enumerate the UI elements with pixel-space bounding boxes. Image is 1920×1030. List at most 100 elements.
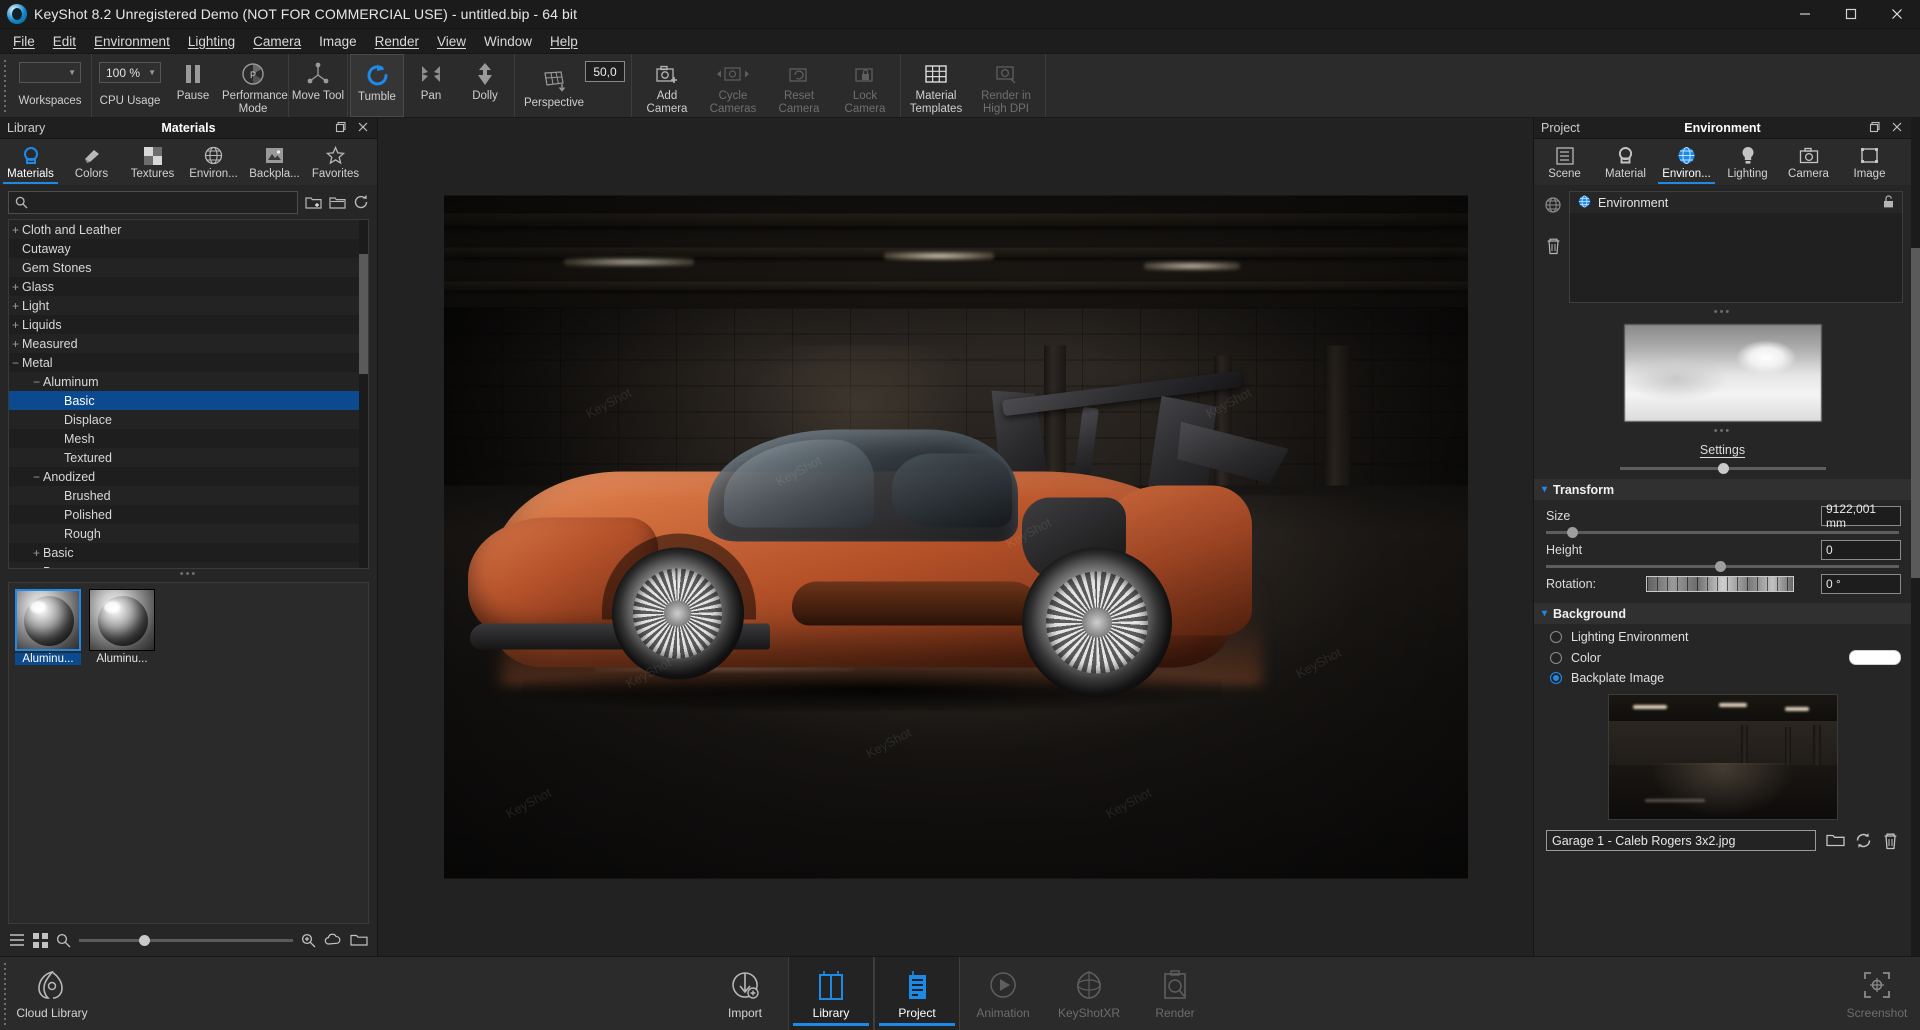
zoom-out-icon[interactable] xyxy=(56,933,71,948)
close-icon[interactable] xyxy=(1891,121,1903,135)
bottom-library-button[interactable]: Library xyxy=(788,957,874,1030)
menu-file[interactable]: File xyxy=(4,30,44,53)
library-splitter-handle[interactable]: ••• xyxy=(0,569,377,582)
project-tab-lighting[interactable]: Lighting xyxy=(1717,143,1778,180)
backplate-filename-input[interactable]: Garage 1 - Caleb Rogers 3x2.jpg xyxy=(1546,830,1816,851)
add-folder-icon[interactable] xyxy=(305,195,322,210)
project-tab-scene[interactable]: Scene xyxy=(1534,143,1595,180)
move-tool-button[interactable]: Move Tool xyxy=(291,54,345,117)
environment-brightness-knob[interactable] xyxy=(1718,463,1730,474)
expand-icon[interactable]: + xyxy=(9,318,22,332)
material-tree-node[interactable]: Brushed xyxy=(9,486,368,505)
expand-icon[interactable]: + xyxy=(9,337,22,351)
material-tree-node[interactable]: Basic xyxy=(9,391,368,410)
bottom-animation-button[interactable]: Animation xyxy=(960,957,1046,1030)
background-option-color[interactable]: Color xyxy=(1534,644,1911,665)
material-tree-node[interactable]: − Aluminum xyxy=(9,372,368,391)
material-tree-node[interactable]: + Cloth and Leather xyxy=(9,220,368,239)
cycle-cameras-button[interactable]: Cycle Cameras xyxy=(700,54,766,117)
project-tab-material[interactable]: Material xyxy=(1595,143,1656,180)
folder-open-icon[interactable] xyxy=(350,933,368,947)
background-section-header[interactable]: ▾ Background xyxy=(1534,603,1911,624)
background-color-swatch[interactable] xyxy=(1849,650,1901,665)
pan-button[interactable]: Pan xyxy=(404,54,458,117)
workspaces-control[interactable]: ▼ Workspaces xyxy=(11,54,89,117)
trash-icon[interactable] xyxy=(1545,237,1562,260)
reset-camera-button[interactable]: Reset Camera xyxy=(766,54,832,117)
menu-environment[interactable]: Environment xyxy=(85,30,179,53)
project-panel-scrollbar[interactable] xyxy=(1911,118,1920,956)
menu-camera[interactable]: Camera xyxy=(244,30,310,53)
material-tree-node[interactable]: + Basic xyxy=(9,543,368,562)
trash-icon[interactable] xyxy=(1882,832,1899,850)
cpu-usage-dropdown[interactable]: 100 % ▼ xyxy=(99,62,161,83)
size-input[interactable]: 9122,001 mm xyxy=(1821,502,1901,530)
environment-list-item[interactable]: Environment xyxy=(1570,192,1902,213)
search-input[interactable] xyxy=(33,195,291,209)
expand-icon[interactable]: + xyxy=(30,546,43,560)
unlock-icon[interactable] xyxy=(1883,194,1894,211)
folder-open-icon[interactable] xyxy=(1826,833,1845,848)
project-tab-image[interactable]: Image xyxy=(1839,143,1900,180)
collapse-icon[interactable]: − xyxy=(9,356,22,370)
expand-icon[interactable]: + xyxy=(30,565,43,569)
refresh-icon[interactable] xyxy=(1855,832,1872,849)
material-tree-node[interactable]: +Brass xyxy=(9,562,368,569)
height-slider[interactable] xyxy=(1546,561,1899,572)
material-thumbnail-item[interactable]: Aluminu... xyxy=(89,589,155,665)
cpu-usage-control[interactable]: 100 % ▼ CPU Usage xyxy=(94,54,166,117)
transform-section-header[interactable]: ▾ Transform xyxy=(1534,479,1911,500)
library-tab-favorites[interactable]: Favorites xyxy=(305,143,366,180)
list-view-icon[interactable] xyxy=(9,933,25,947)
material-tree-node[interactable]: + Liquids xyxy=(9,315,368,334)
menu-render[interactable]: Render xyxy=(366,30,428,53)
material-tree-node[interactable]: − Anodized xyxy=(9,467,368,486)
material-tree-node[interactable]: Displace xyxy=(9,410,368,429)
rotation-dial[interactable] xyxy=(1646,576,1794,592)
hdri-splitter-handle[interactable]: ••• xyxy=(1714,426,1732,439)
library-tab-environments[interactable]: Environ... xyxy=(183,143,244,180)
cloud-library-button[interactable]: Cloud Library xyxy=(9,957,95,1030)
render-high-dpi-button[interactable]: Render in High DPI xyxy=(969,54,1043,117)
perspective-button[interactable]: Perspective xyxy=(517,61,591,110)
library-tab-materials[interactable]: Materials xyxy=(0,143,61,184)
expand-icon[interactable]: + xyxy=(9,223,22,237)
library-tab-colors[interactable]: Colors xyxy=(61,143,122,180)
material-tree-node[interactable]: Polished xyxy=(9,505,368,524)
screenshot-button[interactable]: Screenshot xyxy=(1834,957,1920,1030)
material-templates-button[interactable]: Material Templates xyxy=(903,54,969,117)
radio-backplate-image[interactable] xyxy=(1550,672,1562,684)
bottom-project-button[interactable]: Project xyxy=(874,957,960,1030)
project-panel-scrollbar-thumb[interactable] xyxy=(1911,248,1920,578)
expand-icon[interactable]: + xyxy=(9,299,22,313)
menu-view[interactable]: View xyxy=(428,30,475,53)
menu-help[interactable]: Help xyxy=(541,30,587,53)
tumble-button[interactable]: Tumble xyxy=(350,54,404,117)
environment-list[interactable]: Environment xyxy=(1569,191,1903,303)
material-tree-node[interactable]: Cutaway xyxy=(9,239,368,258)
minimize-button[interactable] xyxy=(1782,0,1828,29)
render-viewport[interactable]: KeyShot KeyShot KeyShot KeyShot KeyShot … xyxy=(378,118,1533,956)
toolbar-grip[interactable] xyxy=(0,54,9,117)
material-tree-node[interactable]: + Light xyxy=(9,296,368,315)
library-tab-backplates[interactable]: Backpla... xyxy=(244,143,305,180)
material-tree-node[interactable]: + Glass xyxy=(9,277,368,296)
cloud-download-icon[interactable] xyxy=(324,933,342,947)
material-tree-node[interactable]: Mesh xyxy=(9,429,368,448)
thumbnail-size-slider-knob[interactable] xyxy=(138,934,150,946)
menu-window[interactable]: Window xyxy=(475,30,541,53)
bottom-import-button[interactable]: Import xyxy=(702,957,788,1030)
restore-window-icon[interactable] xyxy=(335,121,347,135)
perspective-value-input[interactable]: 50,0 xyxy=(585,61,625,82)
close-button[interactable] xyxy=(1874,0,1920,29)
library-tab-textures[interactable]: Textures xyxy=(122,143,183,180)
material-thumbnail-item[interactable]: Aluminu... xyxy=(15,589,81,665)
thumbnail-size-slider[interactable] xyxy=(79,934,293,946)
render-canvas[interactable]: KeyShot KeyShot KeyShot KeyShot KeyShot … xyxy=(443,195,1468,879)
tree-scrollbar[interactable] xyxy=(359,220,368,568)
zoom-in-icon[interactable] xyxy=(301,933,316,948)
close-icon[interactable] xyxy=(357,121,369,135)
material-tree-node[interactable]: Textured xyxy=(9,448,368,467)
material-tree-node[interactable]: Rough xyxy=(9,524,368,543)
pause-button[interactable]: Pause xyxy=(166,54,220,117)
